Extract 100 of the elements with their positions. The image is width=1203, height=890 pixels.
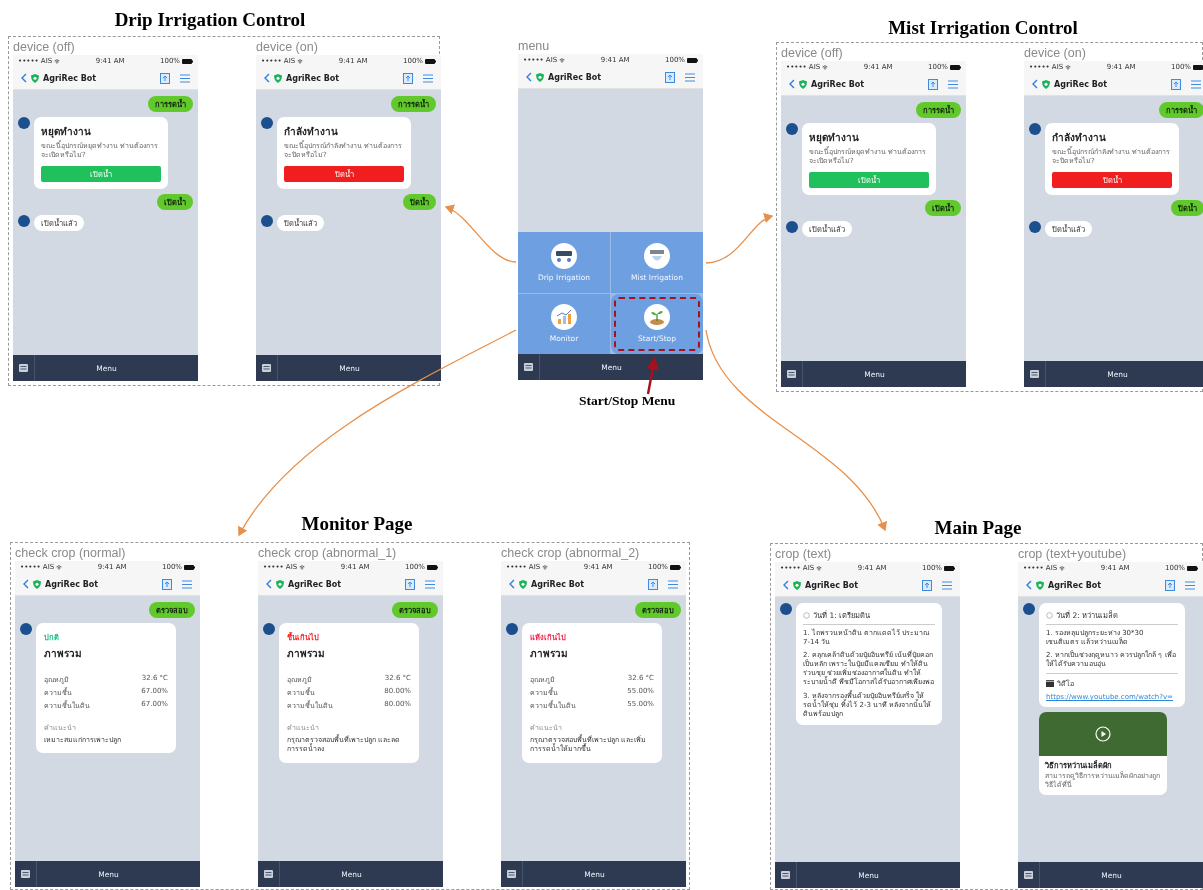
- back-icon[interactable]: [783, 580, 789, 590]
- note-icon[interactable]: [648, 578, 658, 590]
- card-title: กำลังทำงาน: [1052, 131, 1107, 145]
- card-title: หยุดทำงาน: [41, 125, 92, 139]
- keyboard-icon[interactable]: [787, 370, 796, 378]
- shield-icon: [1042, 79, 1050, 89]
- battery-icon: [1187, 565, 1198, 571]
- wifi-icon: [542, 564, 549, 570]
- keyboard-icon[interactable]: [524, 363, 533, 371]
- back-icon[interactable]: [21, 73, 27, 83]
- keyboard-icon[interactable]: [781, 871, 790, 879]
- shield-icon: [793, 580, 801, 590]
- note-icon[interactable]: [162, 578, 172, 590]
- chat-title: AgriRec Bot: [45, 579, 100, 589]
- battery-icon: [182, 58, 193, 64]
- note-icon[interactable]: [665, 71, 675, 83]
- play-icon[interactable]: [1095, 726, 1111, 743]
- card-title: ภาพรวม: [44, 647, 83, 661]
- screen-label: check crop (normal): [15, 545, 127, 561]
- bot-avatar-icon: [786, 123, 798, 135]
- wifi-icon: [54, 58, 61, 64]
- shield-icon: [276, 579, 284, 589]
- screen-label: device (off): [13, 39, 76, 55]
- note-icon[interactable]: [922, 579, 932, 591]
- screen-label: device (on): [256, 39, 319, 55]
- screen-label: check crop (abnormal_2): [501, 545, 641, 561]
- back-icon[interactable]: [23, 579, 29, 589]
- menu-icon[interactable]: [425, 579, 435, 589]
- note-icon[interactable]: [405, 578, 415, 590]
- keyboard-icon[interactable]: [21, 870, 30, 878]
- menu-icon[interactable]: [180, 73, 190, 83]
- chat-title: AgriRec Bot: [531, 579, 586, 589]
- wifi-icon: [297, 58, 304, 64]
- screen-label: menu: [518, 38, 551, 54]
- bot-avatar-icon: [261, 117, 273, 129]
- wifi-icon: [299, 564, 306, 570]
- shield-icon: [536, 72, 544, 82]
- shield-icon: [799, 79, 807, 89]
- bot-avatar-icon: [18, 215, 30, 228]
- back-icon[interactable]: [266, 579, 272, 589]
- keyboard-icon[interactable]: [507, 870, 516, 878]
- back-icon[interactable]: [509, 579, 515, 589]
- shield-icon: [1036, 580, 1044, 590]
- screen-label: check crop (abnormal_1): [258, 545, 398, 561]
- bot-avatar-icon: [1029, 221, 1041, 234]
- screen-label: device (off): [781, 45, 844, 61]
- keyboard-icon[interactable]: [262, 364, 271, 372]
- note-icon[interactable]: [1171, 78, 1181, 90]
- keyboard-icon[interactable]: [1024, 871, 1033, 879]
- note-icon[interactable]: [160, 72, 170, 84]
- note-icon[interactable]: [928, 78, 938, 90]
- back-icon[interactable]: [526, 72, 532, 82]
- sprinkler-icon: [644, 242, 670, 269]
- keyboard-icon[interactable]: [19, 364, 28, 372]
- figure-caption: Mist Irrigation Control: [888, 17, 1078, 39]
- back-icon[interactable]: [1026, 580, 1032, 590]
- callout-label: Start/Stop Menu: [579, 393, 676, 409]
- wifi-icon: [822, 64, 829, 70]
- note-icon[interactable]: [1165, 579, 1175, 591]
- chat-title: AgriRec Bot: [1054, 79, 1109, 89]
- menu-icon[interactable]: [423, 73, 433, 83]
- figure-caption: Drip Irrigation Control: [114, 9, 306, 31]
- card-title: กำลังทำงาน: [284, 125, 339, 139]
- chat-title: AgriRec Bot: [43, 73, 98, 83]
- battery-icon: [425, 58, 436, 64]
- card-title: ภาพรวม: [287, 647, 326, 661]
- bot-avatar-icon: [263, 623, 275, 635]
- card-title: หยุดทำงาน: [809, 131, 860, 145]
- menu-icon[interactable]: [1191, 79, 1201, 89]
- shield-icon: [33, 579, 41, 589]
- spinner-icon: [803, 611, 810, 619]
- menu-icon[interactable]: [182, 579, 192, 589]
- menu-icon[interactable]: [1185, 580, 1195, 590]
- shield-icon: [274, 73, 282, 83]
- bot-avatar-icon: [1029, 123, 1041, 135]
- screen-label: crop (text): [775, 546, 833, 562]
- keyboard-icon[interactable]: [264, 870, 273, 878]
- chat-title: AgriRec Bot: [811, 79, 866, 89]
- back-icon[interactable]: [1032, 79, 1038, 89]
- note-icon[interactable]: [403, 72, 413, 84]
- menu-icon[interactable]: [942, 580, 952, 590]
- seedling-icon: [644, 304, 670, 331]
- menu-icon[interactable]: [948, 79, 958, 89]
- chat-title: AgriRec Bot: [548, 72, 603, 82]
- wifi-icon: [56, 564, 63, 570]
- battery-icon: [1193, 64, 1203, 70]
- drip-device-icon: [551, 242, 577, 269]
- back-icon[interactable]: [264, 73, 270, 83]
- bot-avatar-icon: [506, 623, 518, 635]
- chat-title: AgriRec Bot: [286, 73, 341, 83]
- connector-arrow: [705, 214, 774, 264]
- keyboard-icon[interactable]: [1030, 370, 1039, 378]
- menu-icon[interactable]: [668, 579, 678, 589]
- chart-icon: [551, 304, 577, 331]
- battery-icon: [427, 564, 438, 570]
- menu-icon[interactable]: [685, 72, 695, 82]
- wifi-icon: [1059, 565, 1066, 571]
- chat-title: AgriRec Bot: [805, 580, 860, 590]
- chat-title: AgriRec Bot: [288, 579, 343, 589]
- back-icon[interactable]: [789, 79, 795, 89]
